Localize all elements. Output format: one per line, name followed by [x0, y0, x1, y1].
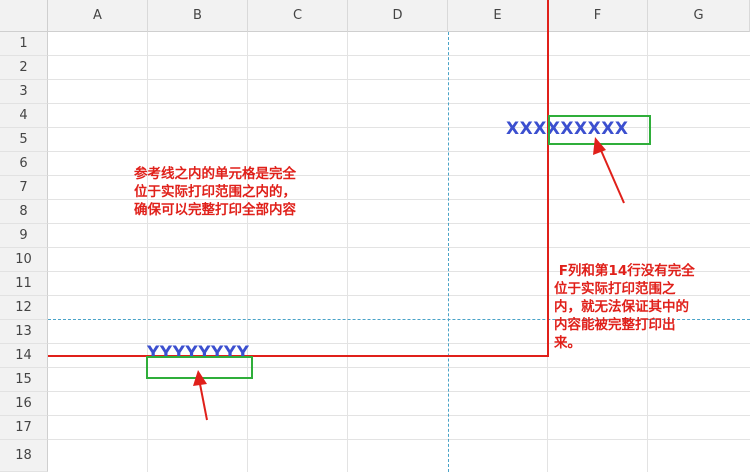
gridline-horizontal	[48, 223, 750, 224]
highlight-box-f5	[548, 115, 651, 145]
row-header-15[interactable]: 15	[0, 368, 48, 392]
row-header-3[interactable]: 3	[0, 80, 48, 104]
row-header-16[interactable]: 16	[0, 392, 48, 416]
row-header-17[interactable]: 17	[0, 416, 48, 440]
row-header-6[interactable]: 6	[0, 152, 48, 176]
column-header-g[interactable]: G	[648, 0, 750, 32]
column-header-e[interactable]: E	[448, 0, 548, 32]
column-header-f[interactable]: F	[548, 0, 648, 32]
annotation-left: 参考线之内的单元格是完全 位于实际打印范围之内的， 确保可以完整打印全部内容	[134, 166, 296, 218]
gridline-vertical	[247, 32, 248, 472]
row-header-7[interactable]: 7	[0, 176, 48, 200]
column-header-c[interactable]: C	[248, 0, 348, 32]
row-header-12[interactable]: 12	[0, 296, 48, 320]
column-header-a[interactable]: A	[48, 0, 148, 32]
row-header-2[interactable]: 2	[0, 56, 48, 80]
row-header-8[interactable]: 8	[0, 200, 48, 224]
page-break-guide-vertical	[448, 32, 449, 472]
gridline-horizontal	[48, 391, 750, 392]
select-all-corner[interactable]	[0, 0, 48, 32]
arrows-layer	[193, 137, 625, 421]
column-header-b[interactable]: B	[148, 0, 248, 32]
gridline-horizontal	[48, 55, 750, 56]
gridline-horizontal	[48, 439, 750, 440]
highlight-box-b14	[146, 356, 253, 379]
gridline-horizontal	[48, 247, 750, 248]
gridline-horizontal	[48, 103, 750, 104]
row-header-13[interactable]: 13	[0, 320, 48, 344]
spreadsheet: A B C D E F G 1 2 3 4 5 6 7 8 9 10 11 12…	[0, 0, 750, 472]
gridline-horizontal	[48, 415, 750, 416]
gridline-vertical	[347, 32, 348, 472]
row-header-10[interactable]: 10	[0, 248, 48, 272]
gridline-vertical	[647, 32, 648, 472]
row-header-4[interactable]: 4	[0, 104, 48, 128]
arrow-to-f5	[593, 137, 625, 204]
gridline-horizontal	[48, 79, 750, 80]
row-header-18[interactable]: 18	[0, 440, 48, 472]
print-boundary-vertical	[547, 0, 549, 357]
print-boundary-horizontal	[48, 355, 549, 357]
row-header-14[interactable]: 14	[0, 344, 48, 368]
gridline-vertical	[147, 32, 148, 472]
column-header-d[interactable]: D	[348, 0, 448, 32]
row-header-9[interactable]: 9	[0, 224, 48, 248]
row-header-1[interactable]: 1	[0, 32, 48, 56]
row-header-5[interactable]: 5	[0, 128, 48, 152]
annotation-right: F列和第14行没有完全 位于实际打印范围之 内，就无法保证其中的 内容能被完整打…	[554, 263, 695, 351]
row-header-11[interactable]: 11	[0, 272, 48, 296]
gridline-horizontal	[48, 151, 750, 152]
